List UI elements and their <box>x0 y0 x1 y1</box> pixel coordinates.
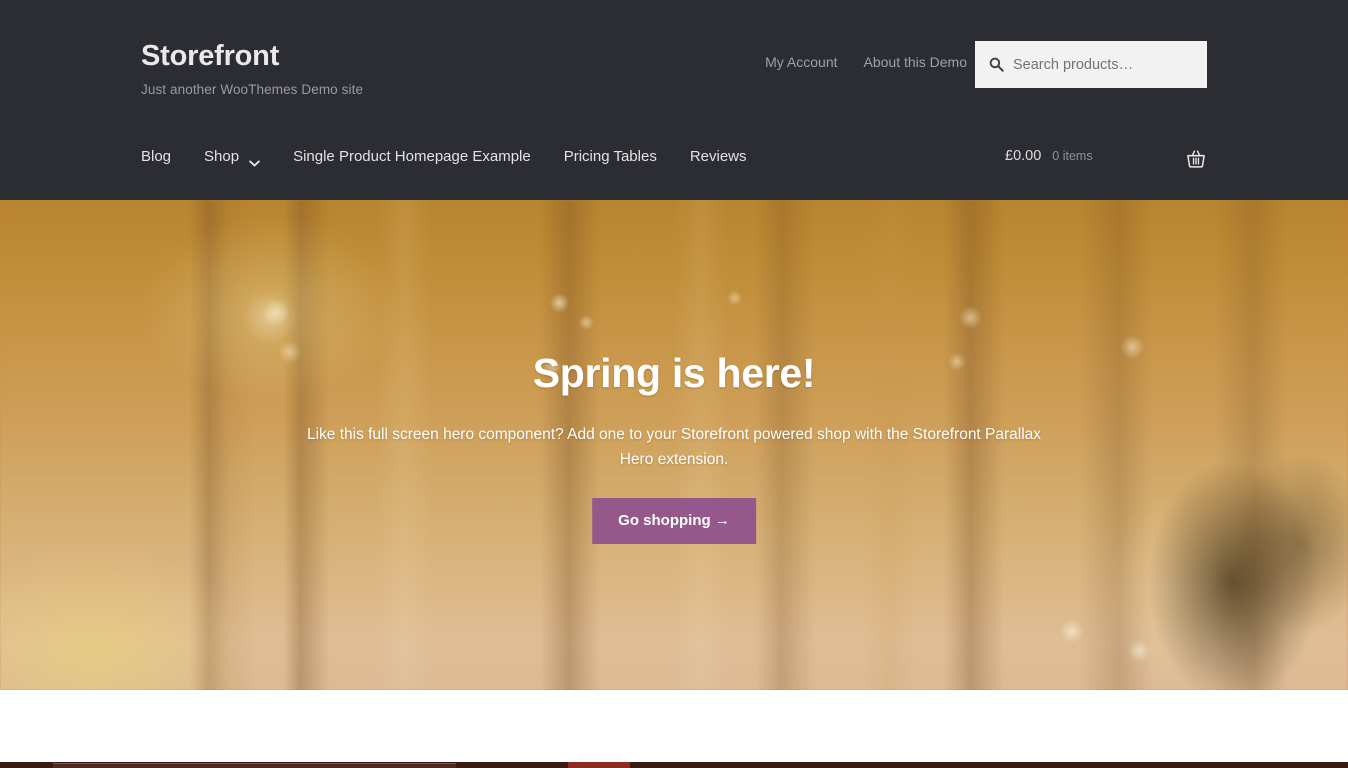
nav-item-shop[interactable]: Shop <box>204 148 260 167</box>
storefront-page: Storefront Just another WooThemes Demo s… <box>0 0 1348 768</box>
site-header: Storefront Just another WooThemes Demo s… <box>0 0 1348 200</box>
hero-description: Like this full screen hero component? Ad… <box>306 426 1042 468</box>
hero-title: Spring is here! <box>532 350 816 396</box>
nav-item-reviews[interactable]: Reviews <box>690 148 747 165</box>
parallax-hero-section: Spring is here! Like this full screen he… <box>0 200 1348 690</box>
shopping-basket-icon[interactable] <box>1185 148 1207 170</box>
nav-item-label: Blog <box>141 148 172 165</box>
product-search-form[interactable] <box>975 41 1207 88</box>
nav-item-blog[interactable]: Blog <box>141 148 171 165</box>
search-icon <box>989 57 1004 72</box>
cart-item-count: 0 items <box>1052 149 1093 163</box>
site-title[interactable]: Storefront <box>141 42 363 71</box>
nav-item-label: Pricing Tables <box>563 148 657 165</box>
secondary-nav-item-my-account[interactable]: My Account <box>765 54 837 70</box>
go-shopping-button[interactable]: Go shopping → <box>592 498 756 544</box>
cart-amount: £0.00 <box>1005 148 1042 164</box>
site-branding[interactable]: Storefront Just another WooThemes Demo s… <box>141 42 364 98</box>
nav-item-single-product-homepage-example[interactable]: Single Product Homepage Example <box>293 148 531 165</box>
primary-navigation: Blog Shop Single Product Homepage Exampl… <box>141 148 747 167</box>
os-taskbar-accent-item[interactable] <box>568 762 630 768</box>
site-tagline: Just another WooThemes Demo site <box>141 82 364 97</box>
header-inner: Storefront Just another WooThemes Demo s… <box>0 0 1348 200</box>
os-taskbar <box>0 762 1348 768</box>
secondary-navigation: My Account About this Demo <box>765 54 967 70</box>
secondary-nav-item-about-this-demo[interactable]: About this Demo <box>864 54 968 70</box>
nav-item-label: Reviews <box>689 148 747 165</box>
page-content-area <box>0 690 1348 762</box>
nav-item-label: Shop <box>204 148 240 165</box>
chevron-down-icon[interactable] <box>249 154 260 167</box>
cart-contents-link[interactable]: £0.00 0 items <box>1005 148 1093 164</box>
cart-area: £0.00 0 items <box>972 148 1207 178</box>
search-input[interactable] <box>1013 56 1193 73</box>
nav-item-pricing-tables[interactable]: Pricing Tables <box>564 148 657 165</box>
os-taskbar-window-item[interactable] <box>53 763 456 768</box>
nav-item-label: Single Product Homepage Example <box>293 148 531 165</box>
